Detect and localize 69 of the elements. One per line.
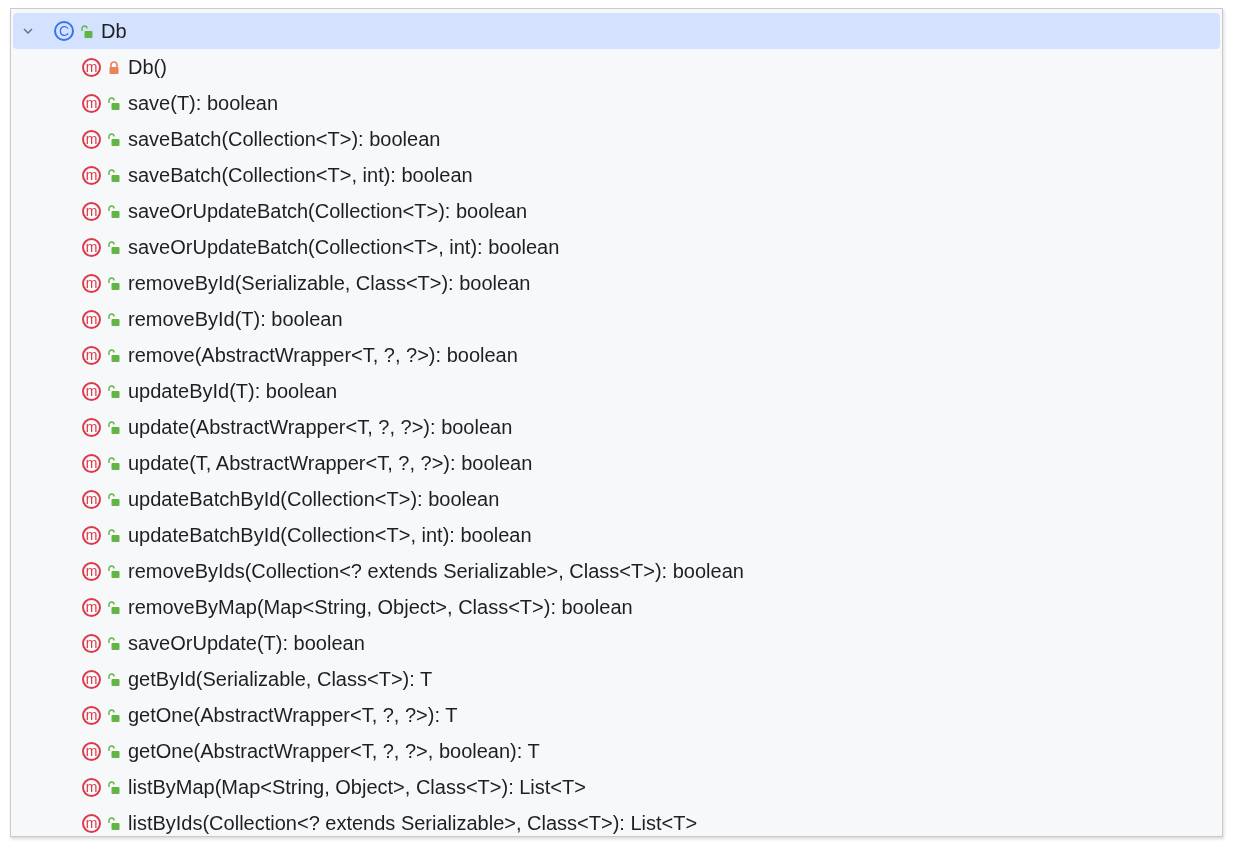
method-signature: update(T, AbstractWrapper<T, ?, ?>): boolean — [128, 451, 533, 475]
tree-row[interactable]: m update(T, AbstractWrapper<T, ?, ?>): boolean — [13, 445, 1220, 481]
method-signature: saveOrUpdateBatch(Collection<T>): boolean — [128, 199, 528, 223]
method-badge: m — [82, 309, 101, 329]
method-badge: m — [82, 345, 101, 365]
method-badge: m — [82, 813, 101, 833]
method-signature: saveOrUpdateBatch(Collection<T>, int): boolean — [128, 235, 560, 259]
method-badge: m — [82, 525, 101, 545]
tree-row[interactable]: m updateById(T): boolean — [13, 373, 1220, 409]
tree-row[interactable]: m listByIds(Collection<? extends Serializable>, Class<T>): List<T> — [13, 805, 1220, 836]
tree-row[interactable]: m removeByMap(Map<String, Object>, Class<T>): boolean — [13, 589, 1220, 625]
tree-row[interactable]: m save(T): boolean — [13, 85, 1220, 121]
method-signature: removeById(T): boolean — [128, 307, 343, 331]
method-badge: m — [82, 237, 101, 257]
method-signature: getById(Serializable, Class<T>): T — [128, 667, 433, 691]
method-signature: updateBatchById(Collection<T>, int): boolean — [128, 523, 532, 547]
method-signature: updateById(T): boolean — [128, 379, 338, 403]
method-signature: save(T): boolean — [128, 91, 279, 115]
method-badge: m — [82, 417, 101, 437]
method-badge: m — [82, 381, 101, 401]
tree-row[interactable]: m saveBatch(Collection<T>, int): boolean — [13, 157, 1220, 193]
tree-row[interactable]: m removeById(T): boolean — [13, 301, 1220, 337]
method-badge: m — [82, 561, 101, 581]
tree-row[interactable]: m saveOrUpdateBatch(Collection<T>, int): boolean — [13, 229, 1220, 265]
method-signature: getOne(AbstractWrapper<T, ?, ?>): T — [128, 703, 458, 727]
method-badge: m — [82, 201, 101, 221]
method-signature: updateBatchById(Collection<T>): boolean — [128, 487, 500, 511]
method-badge: m — [82, 273, 101, 293]
tree-row[interactable]: m saveOrUpdate(T): boolean — [13, 625, 1220, 661]
method-badge: m — [82, 57, 101, 77]
tree-row[interactable]: m updateBatchById(Collection<T>, int): boolean — [13, 517, 1220, 553]
tree-row[interactable]: m remove(AbstractWrapper<T, ?, ?>): boolean — [13, 337, 1220, 373]
class-name: Db — [101, 19, 127, 43]
tree-row[interactable]: C Db — [13, 13, 1220, 49]
tree-row[interactable]: m removeByIds(Collection<? extends Serializable>, Class<T>): boolean — [13, 553, 1220, 589]
tree-row[interactable]: m updateBatchById(Collection<T>): boolean — [13, 481, 1220, 517]
method-badge: m — [82, 633, 101, 653]
method-signature: removeById(Serializable, Class<T>): boolean — [128, 271, 531, 295]
tree-row[interactable]: m getOne(AbstractWrapper<T, ?, ?>, boolean): T — [13, 733, 1220, 769]
tree-row[interactable]: m saveOrUpdateBatch(Collection<T>): boolean — [13, 193, 1220, 229]
method-signature: removeByIds(Collection<? extends Serializable>, Class<T>): boolean — [128, 559, 744, 583]
method-badge: m — [82, 129, 101, 149]
method-signature: getOne(AbstractWrapper<T, ?, ?>, boolean): T — [128, 739, 540, 763]
method-signature: update(AbstractWrapper<T, ?, ?>): boolean — [128, 415, 513, 439]
method-signature: saveBatch(Collection<T>): boolean — [128, 127, 441, 151]
method-signature: listByMap(Map<String, Object>, Class<T>): List<T> — [128, 775, 586, 799]
tree-row[interactable]: m Db() — [13, 49, 1220, 85]
method-signature: Db() — [128, 55, 167, 79]
method-badge: m — [82, 597, 101, 617]
method-badge: m — [82, 705, 101, 725]
method-badge: m — [82, 741, 101, 761]
tree-row[interactable]: m update(AbstractWrapper<T, ?, ?>): boolean — [13, 409, 1220, 445]
method-signature: remove(AbstractWrapper<T, ?, ?>): boolean — [128, 343, 518, 367]
method-badge: m — [82, 165, 101, 185]
method-badge: m — [82, 777, 101, 797]
method-signature: saveBatch(Collection<T>, int): boolean — [128, 163, 473, 187]
tree-row[interactable]: m listByMap(Map<String, Object>, Class<T>): List<T> — [13, 769, 1220, 805]
tree-row[interactable]: m getOne(AbstractWrapper<T, ?, ?>): T — [13, 697, 1220, 733]
tree-row[interactable]: m saveBatch(Collection<T>): boolean — [13, 121, 1220, 157]
method-signature: removeByMap(Map<String, Object>, Class<T>): boolean — [128, 595, 633, 619]
method-signature: listByIds(Collection<? extends Serializable>, Class<T>): List<T> — [128, 811, 698, 835]
method-badge: m — [82, 489, 101, 509]
method-badge: m — [82, 669, 101, 689]
tree-row[interactable]: m removeById(Serializable, Class<T>): boolean — [13, 265, 1220, 301]
method-signature: saveOrUpdate(T): boolean — [128, 631, 365, 655]
method-badge: m — [82, 453, 101, 473]
tree-row[interactable]: m getById(Serializable, Class<T>): T — [13, 661, 1220, 697]
class-badge: C — [54, 21, 74, 41]
method-badge: m — [82, 93, 101, 113]
